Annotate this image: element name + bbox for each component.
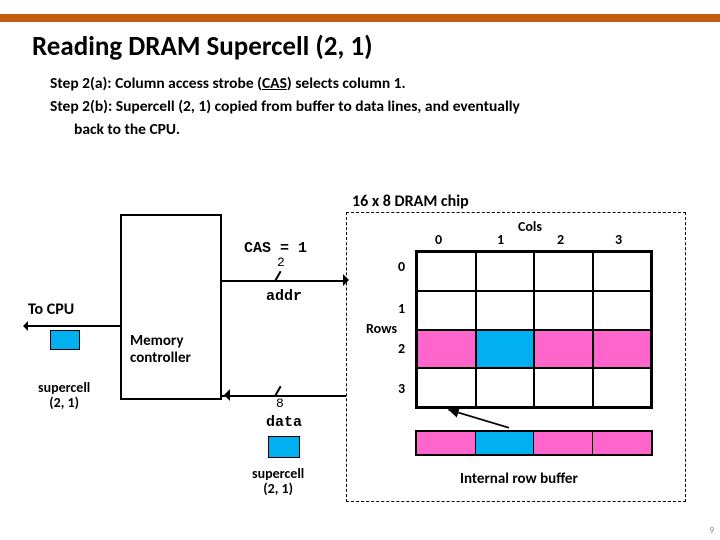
step2a-pre: Step 2(a): Column access strobe ( [50,74,262,93]
cell [593,368,652,407]
cell [593,252,652,291]
dram-grid [415,250,653,409]
cols-header: Cols [518,218,542,235]
page-number: 9 [709,525,714,536]
row-buffer [415,430,653,456]
addr-bus-label: addr [266,288,302,305]
memory-controller-box [120,214,222,400]
cell [476,252,535,291]
addr-bus-width: 2 [277,255,285,270]
memory-controller-label: Memory controller [130,333,191,366]
cell [476,368,535,407]
cell [476,291,535,330]
dram-chip-label: 16 x 8 DRAM chip [352,192,469,211]
cell-row2 [593,330,652,369]
rowbuf-cell-selected [476,432,535,454]
cas-underline: CAS [262,74,287,93]
row-index-1: 1 [398,300,405,317]
cell [417,368,476,407]
page-title: Reading DRAM Supercell (2, 1) [32,30,373,63]
addr-bus-arrow-icon [343,274,355,286]
row-index-0: 0 [398,258,405,275]
col-index-2: 2 [557,231,564,248]
supercell-bottom-label: supercell (2, 1) [252,466,304,497]
cas-signal-label: CAS = 1 [244,240,307,257]
cell [593,291,652,330]
cpu-data-chip-icon [50,330,80,350]
data-bus-width: 8 [276,396,284,411]
data-bus-arrow-icon [218,389,230,401]
cell-row2 [417,330,476,369]
cell [534,252,593,291]
cell [417,291,476,330]
accent-bar [0,14,720,22]
row-index-2: 2 [398,340,405,357]
step2a-post: ) selects column 1. [287,74,406,93]
cell [534,368,593,407]
step2b-line2: back to the CPU. [50,120,670,141]
rowbuf-cell [534,432,593,454]
col-index-3: 3 [615,231,622,248]
col-index-0: 0 [435,231,442,248]
cell-row2 [534,330,593,369]
cell [417,252,476,291]
row-buffer-label: Internal row buffer [460,470,578,488]
to-cpu-arrow-icon [24,325,120,327]
addr-bus-slash-icon [274,271,290,287]
supercell-left-label: supercell (2, 1) [38,380,90,411]
cell [534,291,593,330]
rowbuf-cell [593,432,652,454]
cell-selected [476,330,535,369]
col-index-1: 1 [497,231,504,248]
step2b-line1: Step 2(b): Supercell (2, 1) copied from … [50,97,670,118]
rows-header: Rows [366,320,397,337]
to-cpu-label: To CPU [28,300,74,319]
data-bus-label: data [266,414,302,431]
rowbuf-cell [417,432,476,454]
data-bus-chip-icon [268,436,300,458]
step-description: Step 2(a): Column access strobe (CAS) se… [50,74,670,143]
row-index-3: 3 [398,380,405,397]
